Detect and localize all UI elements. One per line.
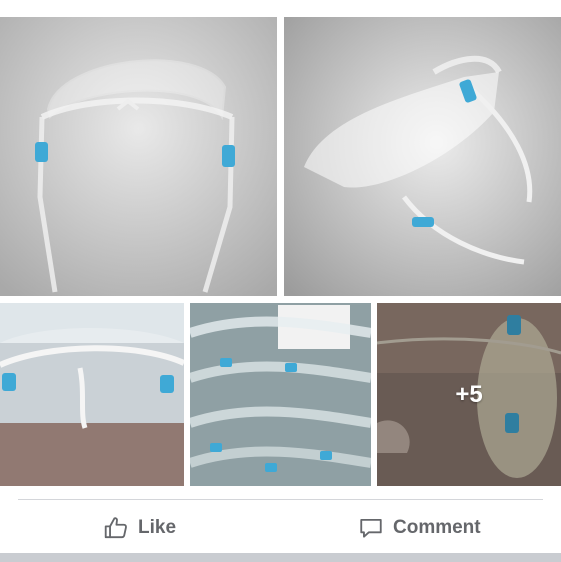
comment-label: Comment bbox=[393, 517, 481, 538]
post-photo-1[interactable] bbox=[0, 17, 277, 296]
more-photos-count: +5 bbox=[455, 380, 483, 408]
like-button[interactable]: Like bbox=[103, 513, 176, 543]
face-shields-bundle-image bbox=[190, 303, 371, 486]
post-photo-2[interactable] bbox=[284, 17, 561, 296]
face-shield-worn-image bbox=[0, 303, 184, 486]
face-shield-side-image bbox=[284, 17, 561, 296]
like-label: Like bbox=[138, 517, 177, 538]
post-photo-5[interactable]: +5 bbox=[377, 303, 561, 486]
actions-divider bbox=[18, 499, 543, 500]
post-photo-3[interactable] bbox=[0, 303, 184, 486]
comment-button[interactable]: Comment bbox=[358, 513, 481, 543]
face-shield-front-image bbox=[0, 17, 277, 296]
post-bottom-separator bbox=[0, 553, 561, 562]
thumbs-up-icon bbox=[104, 517, 127, 539]
more-photos-overlay[interactable]: +5 bbox=[377, 303, 561, 486]
post-photo-4[interactable] bbox=[190, 303, 371, 486]
speech-bubble-icon bbox=[360, 518, 382, 538]
